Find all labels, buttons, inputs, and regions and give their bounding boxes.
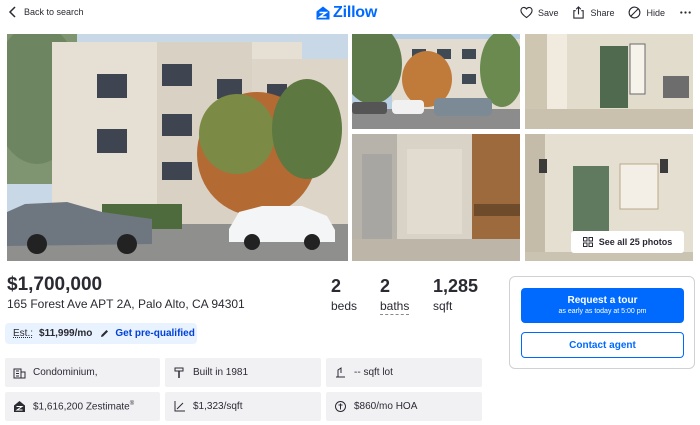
beds-value: 2: [331, 276, 342, 296]
zillow-logo-text: Zillow: [333, 4, 378, 21]
registered-mark: ®: [129, 400, 135, 407]
zestimate-icon: [14, 401, 25, 412]
elevator-lobby-image: [352, 134, 520, 261]
beds-label: beds: [331, 299, 358, 313]
price-per-sqft-text: $1,323/sqft: [193, 401, 243, 412]
more-button[interactable]: [679, 6, 692, 19]
photo-entry-door[interactable]: [525, 34, 693, 129]
photo-elevator-lobby[interactable]: [352, 134, 520, 261]
year-built-text: Built in 1981: [193, 367, 249, 378]
baths-value: 2: [380, 276, 391, 296]
photo-parking-lot[interactable]: [352, 34, 520, 129]
fact-zestimate[interactable]: $1,616,200 Zestimate®: [5, 392, 160, 421]
zillow-logo[interactable]: Zillow: [316, 4, 377, 22]
listing-price: $1,700,000: [7, 274, 103, 295]
back-to-search-link[interactable]: Back to search: [8, 6, 84, 18]
sqft-stat: 1,285 sqft: [433, 276, 478, 313]
fact-home-type: Condominium,: [5, 358, 160, 387]
grid-icon: [582, 237, 593, 247]
lot-icon: [336, 367, 345, 378]
home-type-text: Condominium,: [33, 367, 98, 378]
top-bar: Back to search Zillow Save Share Hide: [0, 0, 700, 28]
hide-button[interactable]: Hide: [628, 6, 665, 19]
listing-address: 165 Forest Ave APT 2A, Palo Alto, CA 943…: [7, 297, 245, 311]
back-label: Back to search: [24, 7, 84, 17]
hoa-text: $860/mo HOA: [354, 401, 418, 412]
estimate-label[interactable]: Est.:: [13, 328, 33, 339]
see-all-label: See all 25 photos: [598, 237, 673, 247]
main-photo[interactable]: [7, 34, 348, 261]
sqft-value: 1,285: [433, 276, 479, 296]
main-photo-image: [7, 34, 348, 261]
share-icon: [573, 6, 585, 19]
hide-icon: [629, 6, 641, 19]
baths-label[interactable]: baths: [380, 299, 410, 315]
get-pre-qualified-link[interactable]: Get pre-qualified: [115, 328, 194, 339]
entry-door-image: [525, 34, 693, 129]
chevron-left-icon: [8, 6, 16, 18]
zestimate-text: $1,616,200 Zestimate®: [33, 401, 134, 412]
sqft-label: sqft: [433, 299, 453, 313]
fact-hoa: $860/mo HOA: [326, 392, 482, 421]
request-tour-subtext: as early as today at 5:00 pm: [558, 308, 647, 315]
beds-stat: 2 beds: [331, 276, 357, 313]
estimate-value: $11,999/mo: [39, 328, 93, 339]
lot-size-text: -- sqft lot: [354, 367, 393, 378]
request-tour-button[interactable]: Request a tour as early as today at 5:00…: [521, 288, 684, 323]
contact-card: Request a tour as early as today at 5:00…: [509, 276, 695, 369]
hammer-icon: [174, 367, 184, 378]
baths-stat[interactable]: 2 baths: [380, 276, 410, 315]
monthly-estimate: Est.: $11,999/mo Get pre-qualified: [5, 323, 197, 344]
share-label: Share: [590, 7, 615, 18]
save-button[interactable]: Save: [520, 6, 559, 19]
zestimate-value: $1,616,200 Zestimate: [33, 401, 130, 413]
see-all-photos-button[interactable]: See all 25 photos: [571, 231, 684, 253]
parking-lot-image: [352, 34, 520, 129]
ruler-icon: [174, 401, 185, 412]
hide-label: Hide: [646, 7, 665, 18]
more-icon: [680, 11, 691, 14]
save-label: Save: [537, 7, 559, 18]
fact-price-per-sqft: $1,323/sqft: [165, 392, 321, 421]
contact-agent-button[interactable]: Contact agent: [521, 332, 684, 358]
building-icon: [13, 368, 26, 379]
zillow-logo-icon: [316, 6, 330, 20]
request-tour-label: Request a tour: [567, 295, 638, 306]
share-button[interactable]: Share: [572, 6, 614, 19]
fact-lot-size: -- sqft lot: [326, 358, 482, 387]
listing-actions: Save Share Hide: [520, 6, 692, 19]
fact-year-built: Built in 1981: [165, 358, 321, 387]
hoa-icon: [335, 401, 346, 412]
pencil-icon[interactable]: [100, 329, 109, 338]
heart-icon: [520, 6, 533, 19]
